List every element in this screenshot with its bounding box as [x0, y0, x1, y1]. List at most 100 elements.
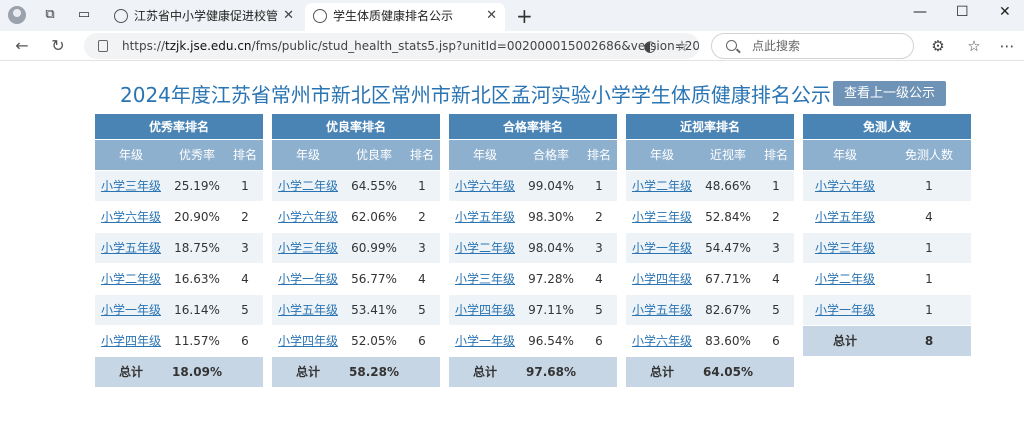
grade-link[interactable]: 小学五年级 [632, 303, 692, 317]
grade-link[interactable]: 小学五年级 [278, 303, 338, 317]
rate-cell: 48.66% [698, 170, 758, 202]
rank-cell: 6 [758, 325, 794, 357]
extensions-icon[interactable]: ⚙ [929, 37, 947, 55]
rate-cell: 62.06% [344, 201, 404, 233]
table-row: 小学二年级 98.04% 3 [449, 232, 617, 264]
excellent-rate-table: 优秀率排名 年级 优秀率 排名 小学三年级 25.19% 1 小学六年级 20.90%… [95, 114, 263, 388]
favorite-star-icon[interactable]: ☆ [673, 37, 691, 55]
edge-sidebar-icon[interactable]: ◐ [641, 37, 659, 55]
rank-cell: 4 [404, 263, 440, 295]
rank-cell: 2 [581, 201, 617, 233]
rank-cell: 1 [581, 170, 617, 202]
table-row: 小学三年级 1 [803, 232, 971, 264]
grade-link[interactable]: 小学二年级 [632, 179, 692, 193]
grade-link[interactable]: 小学一年级 [815, 303, 875, 317]
tab-actions-icon[interactable]: ▭ [76, 7, 92, 23]
new-tab-icon[interactable]: + [516, 4, 533, 28]
grade-link[interactable]: 小学六年级 [632, 334, 692, 348]
globe-icon [114, 9, 128, 23]
grade-link[interactable]: 小学四年级 [455, 303, 515, 317]
tab-health-system[interactable]: 江苏省中小学健康促进校管理系统 ✕ [106, 3, 302, 31]
minimize-icon[interactable]: — [913, 4, 927, 20]
search-input[interactable]: 点此搜索 [711, 33, 914, 59]
grade-link[interactable]: 小学四年级 [278, 334, 338, 348]
rate-cell: 16.63% [167, 263, 227, 295]
grade-link[interactable]: 小学四年级 [632, 272, 692, 286]
table-title: 优秀率排名 [95, 114, 263, 140]
rate-cell: 98.04% [521, 232, 581, 264]
grade-link[interactable]: 小学六年级 [278, 210, 338, 224]
collections-icon[interactable]: ⧉ [42, 7, 58, 23]
rank-cell: 3 [581, 232, 617, 264]
total-value: 58.28% [344, 356, 404, 388]
table-row: 小学二年级 1 [803, 263, 971, 295]
browser-tab-bar: ⧉ ▭ 江苏省中小学健康促进校管理系统 ✕ 学生体质健康排名公示 ✕ + — ☐… [0, 0, 1024, 31]
close-icon[interactable]: ✕ [486, 3, 497, 29]
grade-link[interactable]: 小学三年级 [815, 241, 875, 255]
grade-link[interactable]: 小学六年级 [815, 179, 875, 193]
total-label: 总计 [626, 356, 698, 388]
table-title: 合格率排名 [449, 114, 617, 140]
col-header-grade: 年级 [626, 139, 698, 171]
table-title: 优良率排名 [272, 114, 440, 140]
view-prev-level-button[interactable]: 查看上一级公示 [833, 81, 946, 106]
grade-link[interactable]: 小学四年级 [101, 334, 161, 348]
grade-link[interactable]: 小学一年级 [101, 303, 161, 317]
back-icon[interactable]: ← [12, 36, 32, 56]
grade-link[interactable]: 小学二年级 [815, 272, 875, 286]
tab-title: 江苏省中小学健康促进校管理系统 [134, 9, 278, 23]
more-icon[interactable]: ⋯ [998, 37, 1016, 55]
maximize-icon[interactable]: ☐ [956, 4, 969, 20]
grade-link[interactable]: 小学三年级 [455, 272, 515, 286]
globe-icon [313, 9, 327, 23]
table-row: 小学一年级 96.54% 6 [449, 325, 617, 357]
rate-cell: 54.47% [698, 232, 758, 264]
table-row: 小学四年级 67.71% 4 [626, 263, 794, 295]
grade-link[interactable]: 小学一年级 [278, 272, 338, 286]
grade-link[interactable]: 小学二年级 [101, 272, 161, 286]
favorites-icon[interactable]: ☆ [965, 37, 983, 55]
col-header-grade: 年级 [272, 139, 344, 171]
table-row: 小学五年级 98.30% 2 [449, 201, 617, 233]
grade-link[interactable]: 小学三年级 [632, 210, 692, 224]
rank-cell: 1 [758, 170, 794, 202]
rate-cell: 98.30% [521, 201, 581, 233]
grade-link[interactable]: 小学三年级 [101, 179, 161, 193]
page-content: 2024年度江苏省常州市新北区常州市新北区孟河实验小学学生体质健康排名公示 查看… [0, 62, 1024, 431]
table-row: 小学六年级 83.60% 6 [626, 325, 794, 357]
rank-cell: 2 [404, 201, 440, 233]
rank-cell: 3 [404, 232, 440, 264]
col-header-rate: 合格率 [521, 139, 581, 171]
grade-link[interactable]: 小学二年级 [455, 241, 515, 255]
table-row: 小学四年级 11.57% 6 [95, 325, 263, 357]
grade-link[interactable]: 小学六年级 [101, 210, 161, 224]
grade-link[interactable]: 小学五年级 [815, 210, 875, 224]
table-row: 小学一年级 1 [803, 294, 971, 326]
grade-link[interactable]: 小学一年级 [632, 241, 692, 255]
total-row: 总计 18.09% [95, 356, 263, 388]
table-row: 小学二年级 48.66% 1 [626, 170, 794, 202]
url-field[interactable]: https://tzjk.jse.edu.cn/fms/public/stud_… [84, 33, 699, 59]
table-row: 小学五年级 82.67% 5 [626, 294, 794, 326]
grade-link[interactable]: 小学三年级 [278, 241, 338, 255]
rate-cell: 52.84% [698, 201, 758, 233]
rank-cell: 2 [227, 201, 263, 233]
grade-link[interactable]: 小学五年级 [101, 241, 161, 255]
grade-link[interactable]: 小学一年级 [455, 334, 515, 348]
window-close-icon[interactable]: ✕ [999, 4, 1011, 20]
grade-link[interactable]: 小学二年级 [278, 179, 338, 193]
tab-title: 学生体质健康排名公示 [333, 9, 454, 23]
rank-cell: 3 [758, 232, 794, 264]
profile-avatar[interactable] [8, 6, 26, 24]
search-placeholder: 点此搜索 [752, 39, 801, 53]
rate-cell: 20.90% [167, 201, 227, 233]
close-icon[interactable]: ✕ [283, 3, 294, 29]
table-row: 小学六年级 99.04% 1 [449, 170, 617, 202]
total-label: 总计 [272, 356, 344, 388]
rank-cell: 6 [404, 325, 440, 357]
page-title: 2024年度江苏省常州市新北区常州市新北区孟河实验小学学生体质健康排名公示 [120, 83, 831, 107]
grade-link[interactable]: 小学六年级 [455, 179, 515, 193]
refresh-icon[interactable]: ↻ [48, 36, 68, 56]
tab-ranking[interactable]: 学生体质健康排名公示 ✕ [305, 3, 505, 31]
grade-link[interactable]: 小学五年级 [455, 210, 515, 224]
